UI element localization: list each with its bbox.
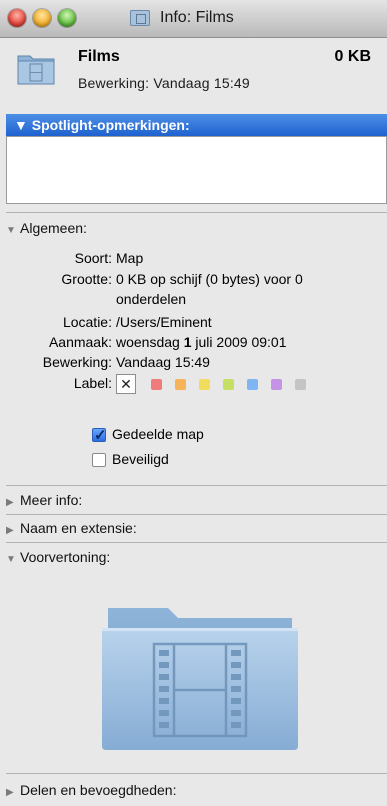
- divider: [6, 542, 387, 543]
- disclosure-closed-icon: ▶: [6, 787, 14, 798]
- kind-label: Soort:: [74, 250, 112, 266]
- disclosure-closed-icon: ▶: [6, 497, 14, 508]
- locked-label: Beveiligd: [112, 451, 169, 467]
- movies-folder-preview-icon: [102, 608, 298, 750]
- title-bar: Info: Films: [0, 0, 387, 38]
- section-sharing-label: Delen en bevoegdheden:: [20, 782, 177, 798]
- item-size: 0 KB: [334, 48, 371, 65]
- section-more-info-label: Meer info:: [20, 492, 83, 508]
- section-name-extension[interactable]: ▶ Naam en extensie:: [6, 518, 137, 538]
- section-spotlight-comments[interactable]: ▼ Spotlight-opmerkingen:: [6, 114, 387, 136]
- label-color-swatch[interactable]: [271, 379, 282, 390]
- shared-folder-label: Gedeelde map: [112, 426, 204, 442]
- item-modified: Bewerking: Vandaag 15:49: [78, 75, 250, 91]
- locked-checkbox[interactable]: [92, 453, 106, 467]
- disclosure-open-icon: ▼: [6, 554, 16, 565]
- label-color-swatch[interactable]: [199, 379, 210, 390]
- disclosure-closed-icon: ▶: [6, 525, 14, 536]
- close-window-button[interactable]: [8, 9, 26, 27]
- zoom-window-button[interactable]: [58, 9, 76, 27]
- size-label: Grootte:: [61, 271, 112, 287]
- divider: [6, 773, 387, 774]
- divider: [6, 212, 387, 213]
- label-color-swatch[interactable]: [223, 379, 234, 390]
- folder-proxy-icon[interactable]: [130, 10, 150, 26]
- kind-value: Map: [116, 250, 144, 266]
- modified-value: Vandaag 15:49: [116, 354, 210, 370]
- section-sharing-permissions[interactable]: ▶ Delen en bevoegdheden:: [6, 780, 176, 800]
- location-label: Locatie:: [62, 314, 112, 330]
- minimize-window-button[interactable]: [33, 9, 51, 27]
- modified-label: Bewerking:: [42, 354, 112, 370]
- label-label: Label:: [73, 375, 112, 391]
- section-general[interactable]: ▼ Algemeen:: [6, 218, 87, 238]
- label-color-swatch[interactable]: [151, 379, 162, 390]
- info-header: Films 0 KB Bewerking: Vandaag 15:49: [0, 38, 387, 110]
- section-name-extension-label: Naam en extensie:: [20, 520, 137, 536]
- created-weekday: woensdag: [116, 334, 180, 350]
- created-rest: juli 2009 09:01: [195, 334, 287, 350]
- section-more-info[interactable]: ▶ Meer info:: [6, 490, 82, 510]
- disclosure-open-icon: ▼: [6, 225, 16, 236]
- created-value: woensdag 1 juli 2009 09:01: [116, 333, 286, 351]
- item-name: Films: [78, 48, 120, 65]
- created-day: 1: [183, 334, 192, 350]
- divider: [6, 514, 387, 515]
- label-color-swatch[interactable]: [247, 379, 258, 390]
- shared-folder-checkbox[interactable]: [92, 426, 107, 444]
- movies-folder-icon: [17, 55, 55, 85]
- size-value: 0 KB op schijf (0 bytes) voor 0: [116, 271, 303, 287]
- location-value: /Users/Eminent: [116, 314, 212, 330]
- section-general-label: Algemeen:: [20, 220, 87, 236]
- section-preview-label: Voorvertoning:: [20, 549, 111, 565]
- created-label: Aanmaak:: [48, 334, 112, 350]
- label-color-swatch[interactable]: [295, 379, 306, 390]
- divider: [6, 485, 387, 486]
- size-value-continued: onderdelen: [116, 291, 187, 307]
- label-none-button[interactable]: ✕: [116, 374, 136, 394]
- window-title: Info: Films: [160, 9, 234, 26]
- section-preview[interactable]: ▼ Voorvertoning:: [6, 547, 110, 567]
- label-color-swatch[interactable]: [175, 379, 186, 390]
- spotlight-comments-field[interactable]: [6, 136, 387, 204]
